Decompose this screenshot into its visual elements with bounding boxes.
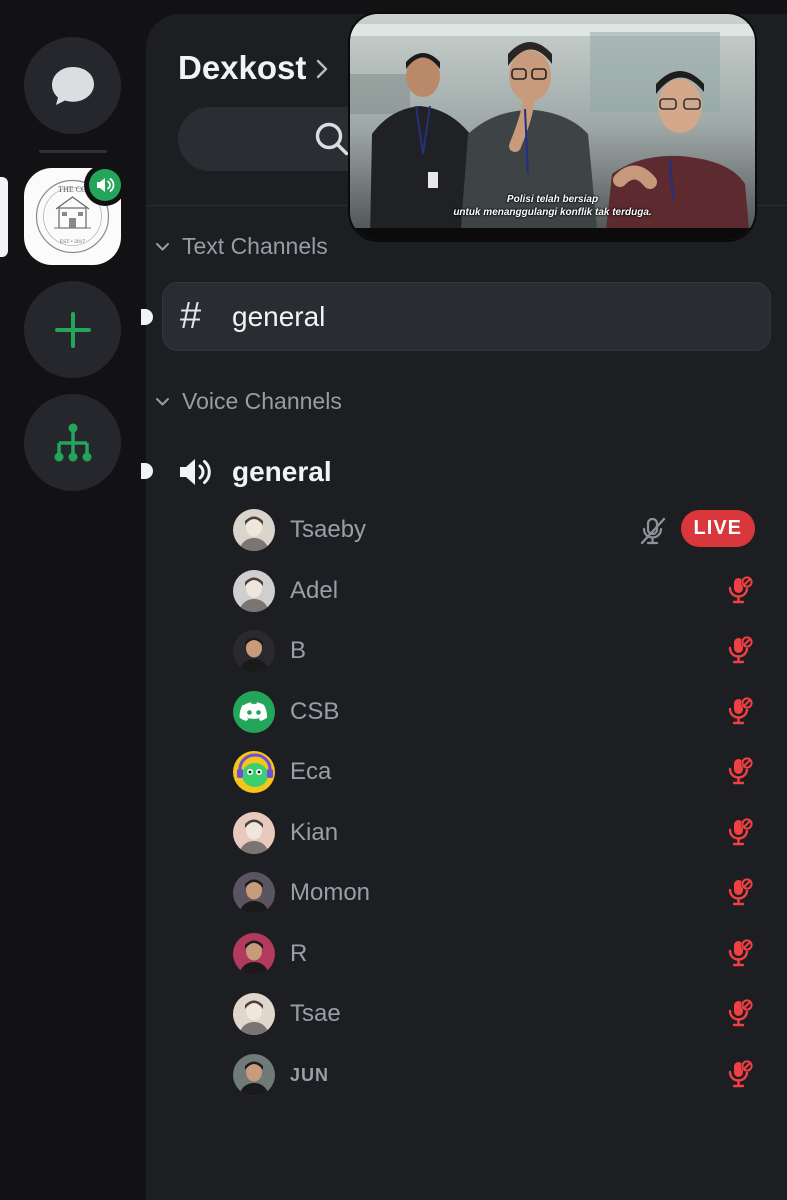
avatar-image [233, 630, 275, 672]
hub-tree-icon [54, 423, 91, 461]
category-label: Text Channels [182, 233, 328, 259]
member-status [727, 817, 755, 847]
category-voice-channels[interactable]: Voice Channels [155, 388, 342, 415]
voice-member[interactable]: Eca [233, 750, 763, 794]
avatar-image [233, 751, 275, 793]
speaker-icon [97, 178, 115, 192]
avatar-image [233, 993, 275, 1035]
svg-text:THE CO: THE CO [58, 185, 87, 194]
live-badge[interactable]: LIVE [680, 510, 755, 547]
member-name: CSB [290, 698, 340, 725]
voice-connected-badge [84, 164, 126, 206]
avatar [233, 872, 275, 914]
category-text-channels[interactable]: Text Channels [155, 233, 328, 260]
add-server-button[interactable] [24, 281, 121, 378]
member-name: Kian [290, 819, 339, 846]
avatar [233, 933, 275, 975]
member-status: LIVE [639, 510, 755, 547]
avatar-image [233, 872, 275, 914]
avatar [233, 1054, 275, 1096]
mic-muted-icon [728, 697, 753, 725]
channel-name: general [232, 456, 332, 487]
avatar [233, 570, 275, 612]
mic-muted-icon [728, 757, 753, 785]
hash-icon: # [180, 295, 202, 337]
member-status [727, 575, 755, 605]
text-channel-general[interactable]: # general [162, 282, 771, 351]
svg-text:EST • 2017: EST • 2017 [60, 239, 86, 245]
mic-muted-icon [728, 939, 753, 967]
voice-member[interactable]: Momon [233, 871, 763, 915]
chevron-down-icon [156, 242, 169, 250]
member-status [727, 696, 755, 726]
member-status [727, 635, 755, 665]
avatar-image [233, 1054, 275, 1096]
chevron-right-icon[interactable] [316, 59, 328, 79]
member-name: Eca [290, 758, 332, 785]
avatar [233, 509, 275, 551]
voice-member[interactable]: Tsae [233, 992, 763, 1036]
avatar [233, 630, 275, 672]
subtitle-line-2: untuk menanggulangi konflik tak terduga. [453, 207, 652, 218]
member-name: JUN [290, 1064, 330, 1085]
member-name: Tsae [290, 1000, 341, 1027]
voice-member[interactable]: CSB [233, 690, 763, 734]
stream-preview[interactable]: Polisi telah bersiap untuk menanggulangi… [350, 14, 755, 240]
member-name: Adel [290, 577, 339, 604]
voice-member[interactable]: JUN [233, 1053, 763, 1097]
member-status [727, 877, 755, 907]
voice-member[interactable]: Tsaeby LIVE [233, 508, 763, 552]
voice-member[interactable]: Kian [233, 811, 763, 855]
avatar [233, 751, 275, 793]
discover-servers-button[interactable] [24, 394, 121, 491]
speaker-icon [180, 459, 211, 485]
plus-icon [54, 311, 91, 348]
member-status [727, 1059, 755, 1089]
server-rail: THE CO EST • 2017 [0, 0, 146, 1200]
direct-messages-button[interactable] [24, 37, 121, 134]
server-name[interactable]: Dexkost [178, 49, 306, 87]
avatar-image [233, 570, 275, 612]
selected-server-indicator [0, 177, 8, 257]
category-label: Voice Channels [182, 388, 342, 414]
avatar [233, 812, 275, 854]
voice-member[interactable]: B [233, 629, 763, 673]
voice-member[interactable]: Adel [233, 569, 763, 613]
member-name: B [290, 637, 307, 664]
member-status [727, 938, 755, 968]
member-status [727, 756, 755, 786]
channel-name: general [232, 300, 326, 332]
search-icon[interactable] [313, 120, 351, 158]
member-status [727, 998, 755, 1028]
mic-muted-icon [728, 878, 753, 906]
mic-muted-icon [728, 1060, 753, 1088]
mic-muted-icon [728, 576, 753, 604]
member-name: Tsaeby [290, 516, 367, 543]
chat-bubble-icon [51, 66, 94, 105]
avatar-image [233, 691, 275, 733]
member-name: R [290, 940, 308, 967]
avatar [233, 691, 275, 733]
avatar-image [233, 509, 275, 551]
subtitle-line-1: Polisi telah bersiap [506, 194, 599, 205]
rail-separator [39, 150, 107, 153]
avatar [233, 993, 275, 1035]
voice-member[interactable]: R [233, 932, 763, 976]
mic-muted-icon [728, 818, 753, 846]
member-name: Momon [290, 879, 371, 906]
chevron-down-icon [156, 397, 169, 405]
avatar-image [233, 812, 275, 854]
mic-muted-icon [728, 999, 753, 1027]
mic-muted-icon [728, 636, 753, 664]
voice-channel-general[interactable]: general [178, 450, 332, 494]
avatar-image [233, 933, 275, 975]
mic-off-icon [640, 517, 665, 544]
